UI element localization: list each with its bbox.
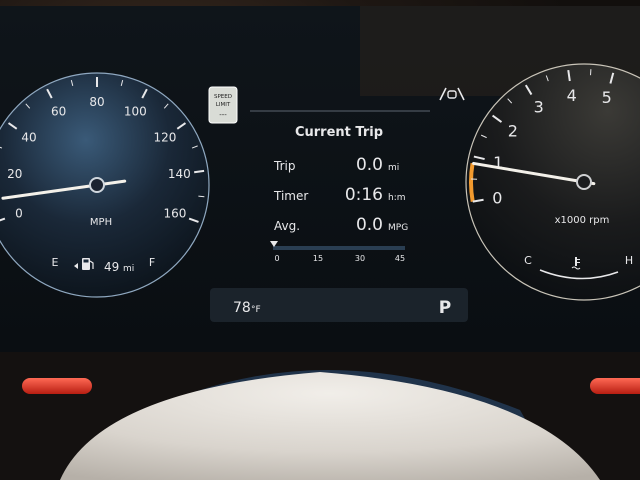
right-red-lamp	[590, 378, 640, 394]
speed-tick-label: 60	[51, 104, 66, 118]
avg-row-value: 0.0	[356, 215, 383, 235]
rpm-tick-label: 2	[508, 121, 518, 140]
trip-row-label: Trip	[273, 159, 295, 173]
speed-needle-hub	[89, 177, 105, 193]
fuel-range-value: 49	[104, 260, 119, 274]
outside-temperature: 78	[233, 300, 251, 316]
trip-row-unit: mi	[388, 163, 399, 173]
avg-row-unit: MPG	[388, 223, 408, 233]
svg-text:SPEED: SPEED	[214, 94, 232, 100]
fuel-empty-label: E	[52, 256, 59, 269]
temp-cold-label: C	[524, 254, 532, 267]
speed-tick	[194, 169, 205, 174]
outside-temperature-unit: °F	[251, 305, 261, 315]
speed-unit-label: MPH	[90, 217, 112, 228]
speed-tick-label: 100	[124, 104, 147, 118]
fuel-full-label: F	[149, 256, 155, 269]
mpg-scale-tick: 15	[313, 254, 323, 263]
tach-unit-label: x1000 rpm	[555, 215, 610, 226]
rpm-tick-label: 0	[492, 188, 502, 207]
speed-tick-label: 40	[21, 130, 36, 144]
fuel-range-unit: mi	[123, 264, 134, 274]
speed-tick-label: 0	[15, 206, 23, 220]
rpm-tick-label: 5	[602, 88, 612, 107]
speed-tick-label: 160	[164, 206, 187, 220]
mpg-scale-bar	[273, 246, 405, 250]
rpm-tick-label: 4	[567, 86, 577, 105]
trip-row-value: 0.0	[356, 155, 383, 175]
mpg-scale-tick: 45	[395, 254, 405, 263]
svg-text:---: ---	[219, 111, 227, 119]
mpg-scale-tick: 30	[355, 254, 365, 263]
speed-tick-label: 20	[7, 167, 22, 181]
timer-row-label: Timer	[273, 189, 308, 203]
gear-indicator: P	[439, 298, 451, 318]
speedometer: 0 20 40 60 80 100 120 140 160 MPH E F 49 mi	[0, 72, 210, 298]
timer-row-unit: h:m	[388, 193, 406, 203]
speed-tick	[198, 195, 205, 198]
left-red-lamp	[22, 378, 92, 394]
speed-tick-label: 140	[168, 167, 191, 181]
speed-tick-label: 120	[154, 130, 177, 144]
timer-row-value: 0:16	[345, 185, 383, 205]
tach-orange-arc	[469, 162, 475, 202]
trip-panel-title: Current Trip	[295, 125, 383, 140]
rpm-needle-hub	[576, 174, 592, 190]
svg-text:LIMIT: LIMIT	[216, 102, 231, 108]
rpm-tick-label: 3	[534, 98, 544, 117]
speed-limit-sign: SPEED LIMIT ---	[208, 86, 238, 124]
speed-tick-label: 80	[89, 95, 104, 109]
temp-hot-label: H	[625, 254, 633, 267]
avg-row-label: Avg.	[274, 219, 300, 233]
mpg-scale-tick: 0	[274, 254, 279, 263]
instrument-cluster-photo: 020406080100120140160 MPH E F 49 mi SPEE…	[0, 0, 640, 480]
